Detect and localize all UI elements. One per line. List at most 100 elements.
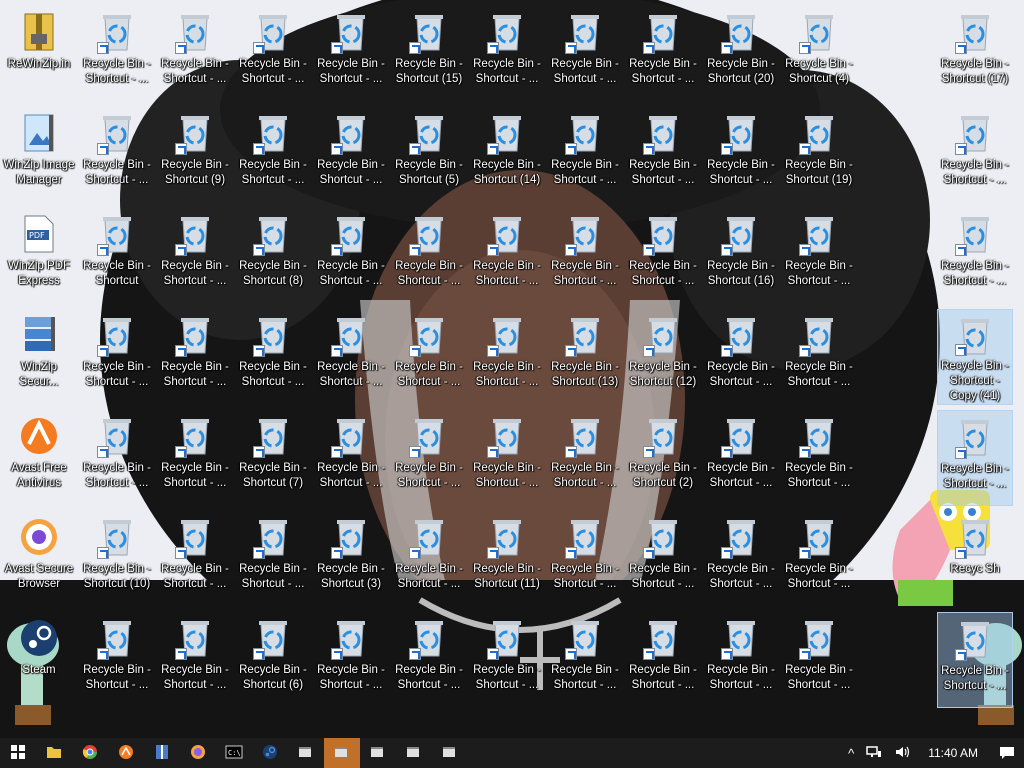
recycle-bin-shortcut-1-5[interactable]: Recycle Bin - Shortcut (14): [469, 107, 545, 203]
window-taskbar-button-5[interactable]: [432, 738, 468, 768]
recycle-bin-shortcut-4-4[interactable]: Recycle Bin - Shortcut - ...: [391, 410, 467, 506]
recycle-bin-shortcut-5-10[interactable]: Recyc Sh: [937, 511, 1013, 607]
cmd-taskbar-button[interactable]: C:\: [216, 738, 252, 768]
recycle-bin-shortcut-2-10[interactable]: Recycle Bin - Shortcut - ...: [937, 208, 1013, 304]
desktop-icon-avast-browser[interactable]: Avast Secure Browser: [1, 511, 77, 607]
recycle-bin-shortcut-4-1[interactable]: Recycle Bin - Shortcut - ...: [157, 410, 233, 506]
steam-taskbar-button[interactable]: [252, 738, 288, 768]
recycle-bin-shortcut-6-6[interactable]: Recycle Bin - Shortcut - ...: [547, 612, 623, 708]
recycle-bin-shortcut-4-7[interactable]: Recycle Bin - Shortcut (2): [625, 410, 701, 506]
recycle-bin-shortcut-0-9[interactable]: Recycle Bin - Shortcut (4): [781, 6, 857, 102]
start-button[interactable]: [0, 738, 36, 768]
recycle-bin-shortcut-5-4[interactable]: Recycle Bin - Shortcut - ...: [391, 511, 467, 607]
recycle-bin-shortcut-3-7[interactable]: Recycle Bin - Shortcut (12): [625, 309, 701, 405]
recycle-bin-shortcut-3-8[interactable]: Recycle Bin - Shortcut - ...: [703, 309, 779, 405]
recycle-bin-shortcut-5-3[interactable]: Recycle Bin - Shortcut (3): [313, 511, 389, 607]
recycle-bin-shortcut-3-4[interactable]: Recycle Bin - Shortcut - ...: [391, 309, 467, 405]
recycle-bin-shortcut-2-0[interactable]: Recycle Bin - Shortcut: [79, 208, 155, 304]
recycle-bin-shortcut-1-7[interactable]: Recycle Bin - Shortcut - ...: [625, 107, 701, 203]
recycle-bin-shortcut-1-4[interactable]: Recycle Bin - Shortcut (5): [391, 107, 467, 203]
desktop-icon-pdf[interactable]: PDF WinZip PDF Express: [1, 208, 77, 304]
recycle-bin-shortcut-4-9[interactable]: Recycle Bin - Shortcut - ...: [781, 410, 857, 506]
recycle-bin-shortcut-4-5[interactable]: Recycle Bin - Shortcut - ...: [469, 410, 545, 506]
recycle-bin-shortcut-0-1[interactable]: Recycle Bin - Shortcut - ...: [157, 6, 233, 102]
recycle-bin-shortcut-1-0[interactable]: Recycle Bin - Shortcut - ...: [79, 107, 155, 203]
window-taskbar-button-2[interactable]: [324, 738, 360, 768]
desktop-icon-avast[interactable]: Avast Free Antivirus: [1, 410, 77, 506]
recycle-bin-shortcut-0-3[interactable]: Recycle Bin - Shortcut - ...: [313, 6, 389, 102]
recycle-bin-shortcut-1-2[interactable]: Recycle Bin - Shortcut - ...: [235, 107, 311, 203]
recycle-bin-shortcut-6-1[interactable]: Recycle Bin - Shortcut - ...: [157, 612, 233, 708]
recycle-bin-shortcut-0-6[interactable]: Recycle Bin - Shortcut - ...: [547, 6, 623, 102]
recycle-bin-shortcut-0-10[interactable]: Recycle Bin - Shortcut (17): [937, 6, 1013, 102]
recycle-bin-shortcut-2-2[interactable]: Recycle Bin - Shortcut (8): [235, 208, 311, 304]
taskbar-clock[interactable]: 11:40 AM: [916, 746, 990, 760]
recycle-bin-shortcut-2-8[interactable]: Recycle Bin - Shortcut (16): [703, 208, 779, 304]
recycle-bin-shortcut-1-9[interactable]: Recycle Bin - Shortcut (19): [781, 107, 857, 203]
recycle-bin-shortcut-5-9[interactable]: Recycle Bin - Shortcut - ...: [781, 511, 857, 607]
recycle-bin-shortcut-3-10[interactable]: Recycle Bin - Shortcut - Copy (41): [937, 309, 1013, 405]
desktop-icon-winzip-image[interactable]: WinZip Image Manager: [1, 107, 77, 203]
desktop-icon-winzip-secure[interactable]: WinZip Secur...: [1, 309, 77, 405]
recycle-bin-shortcut-1-3[interactable]: Recycle Bin - Shortcut - ...: [313, 107, 389, 203]
recycle-bin-shortcut-6-4[interactable]: Recycle Bin - Shortcut - ...: [391, 612, 467, 708]
recycle-bin-shortcut-5-7[interactable]: Recycle Bin - Shortcut - ...: [625, 511, 701, 607]
avast-taskbar-button[interactable]: [108, 738, 144, 768]
recycle-bin-shortcut-0-2[interactable]: Recycle Bin - Shortcut - ...: [235, 6, 311, 102]
recycle-bin-shortcut-3-5[interactable]: Recycle Bin - Shortcut - ...: [469, 309, 545, 405]
recycle-bin-shortcut-6-7[interactable]: Recycle Bin - Shortcut - ...: [625, 612, 701, 708]
notification-center-button[interactable]: [990, 738, 1024, 768]
recycle-bin-shortcut-0-8[interactable]: Recycle Bin - Shortcut (20): [703, 6, 779, 102]
recycle-bin-shortcut-5-2[interactable]: Recycle Bin - Shortcut - ...: [235, 511, 311, 607]
recycle-bin-shortcut-0-7[interactable]: Recycle Bin - Shortcut - ...: [625, 6, 701, 102]
recycle-bin-shortcut-2-6[interactable]: Recycle Bin - Shortcut - ...: [547, 208, 623, 304]
recycle-bin-shortcut-6-10[interactable]: Recycle Bin - Shortcut - ...: [937, 612, 1013, 708]
recycle-bin-shortcut-4-2[interactable]: Recycle Bin - Shortcut (7): [235, 410, 311, 506]
recycle-bin-shortcut-6-9[interactable]: Recycle Bin - Shortcut - ...: [781, 612, 857, 708]
recycle-bin-shortcut-3-2[interactable]: Recycle Bin - Shortcut - ...: [235, 309, 311, 405]
recycle-bin-shortcut-2-1[interactable]: Recycle Bin - Shortcut - ...: [157, 208, 233, 304]
avast-browser-taskbar-button[interactable]: [180, 738, 216, 768]
recycle-bin-shortcut-5-6[interactable]: Recycle Bin - Shortcut - ...: [547, 511, 623, 607]
recycle-bin-shortcut-4-10[interactable]: Recycle Bin - Shortcut - ...: [937, 410, 1013, 506]
recycle-bin-shortcut-0-4[interactable]: Recycle Bin - Shortcut (15): [391, 6, 467, 102]
recycle-bin-shortcut-6-0[interactable]: Recycle Bin - Shortcut - ...: [79, 612, 155, 708]
recycle-bin-shortcut-5-8[interactable]: Recycle Bin - Shortcut - ...: [703, 511, 779, 607]
file-explorer-button[interactable]: [36, 738, 72, 768]
recycle-bin-shortcut-5-1[interactable]: Recycle Bin - Shortcut - ...: [157, 511, 233, 607]
recycle-bin-shortcut-0-5[interactable]: Recycle Bin - Shortcut - ...: [469, 6, 545, 102]
chrome-button[interactable]: [72, 738, 108, 768]
recycle-bin-shortcut-5-0[interactable]: Recycle Bin - Shortcut (10): [79, 511, 155, 607]
window-taskbar-button-3[interactable]: [360, 738, 396, 768]
window-taskbar-button-1[interactable]: [288, 738, 324, 768]
recycle-bin-shortcut-6-2[interactable]: Recycle Bin - Shortcut (6): [235, 612, 311, 708]
recycle-bin-shortcut-3-0[interactable]: Recycle Bin - Shortcut - ...: [79, 309, 155, 405]
recycle-bin-shortcut-6-3[interactable]: Recycle Bin - Shortcut - ...: [313, 612, 389, 708]
recycle-bin-shortcut-2-9[interactable]: Recycle Bin - Shortcut - ...: [781, 208, 857, 304]
winzip-taskbar-button[interactable]: [144, 738, 180, 768]
recycle-bin-shortcut-1-8[interactable]: Recycle Bin - Shortcut - ...: [703, 107, 779, 203]
recycle-bin-shortcut-1-1[interactable]: Recycle Bin - Shortcut (9): [157, 107, 233, 203]
recycle-bin-shortcut-3-3[interactable]: Recycle Bin - Shortcut - ...: [313, 309, 389, 405]
recycle-bin-shortcut-1-10[interactable]: Recycle Bin - Shortcut - ...: [937, 107, 1013, 203]
network-icon[interactable]: [860, 745, 888, 762]
recycle-bin-shortcut-3-6[interactable]: Recycle Bin - Shortcut (13): [547, 309, 623, 405]
desktop-icon-steam[interactable]: Steam: [1, 612, 77, 708]
recycle-bin-shortcut-4-3[interactable]: Recycle Bin - Shortcut - ...: [313, 410, 389, 506]
recycle-bin-shortcut-3-1[interactable]: Recycle Bin - Shortcut - ...: [157, 309, 233, 405]
recycle-bin-shortcut-2-7[interactable]: Recycle Bin - Shortcut - ...: [625, 208, 701, 304]
recycle-bin-shortcut-5-5[interactable]: Recycle Bin - Shortcut (11): [469, 511, 545, 607]
recycle-bin-shortcut-4-6[interactable]: Recycle Bin - Shortcut - ...: [547, 410, 623, 506]
recycle-bin-shortcut-2-4[interactable]: Recycle Bin - Shortcut - ...: [391, 208, 467, 304]
volume-icon[interactable]: [888, 745, 916, 762]
window-taskbar-button-4[interactable]: [396, 738, 432, 768]
recycle-bin-shortcut-4-0[interactable]: Recycle Bin - Shortcut - ...: [79, 410, 155, 506]
recycle-bin-shortcut-2-5[interactable]: Recycle Bin - Shortcut - ...: [469, 208, 545, 304]
recycle-bin-shortcut-3-9[interactable]: Recycle Bin - Shortcut - ...: [781, 309, 857, 405]
recycle-bin-shortcut-1-6[interactable]: Recycle Bin - Shortcut - ...: [547, 107, 623, 203]
recycle-bin-shortcut-2-3[interactable]: Recycle Bin - Shortcut - ...: [313, 208, 389, 304]
recycle-bin-shortcut-6-8[interactable]: Recycle Bin - Shortcut - ...: [703, 612, 779, 708]
tray-overflow-chevron-icon[interactable]: ^: [842, 746, 860, 761]
recycle-bin-shortcut-0-0[interactable]: Recycle Bin - Shortcut - ...: [79, 6, 155, 102]
recycle-bin-shortcut-4-8[interactable]: Recycle Bin - Shortcut - ...: [703, 410, 779, 506]
